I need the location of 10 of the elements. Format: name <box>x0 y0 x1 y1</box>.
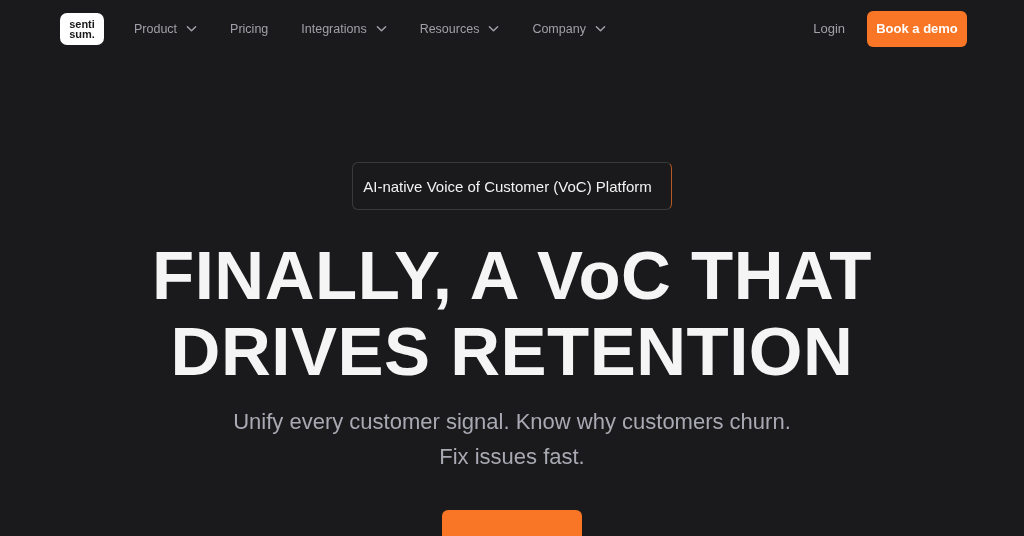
logo[interactable]: senti sum. <box>60 12 104 45</box>
login-link[interactable]: Login <box>813 21 845 36</box>
headline: FINALLY, A VoC THAT DRIVES RETENTION <box>152 238 872 390</box>
nav-menu[interactable]: Resources <box>419 21 500 36</box>
nav-menu[interactable]: Company <box>532 21 606 36</box>
badge: AI-native Voice of Customer (VoC) Platform <box>352 162 672 210</box>
nav-menu[interactable]: Integrations <box>301 21 387 36</box>
nav-link[interactable]: Pricing <box>230 21 269 36</box>
subtitle: Unify every customer signal. Know why customers churn. Fix issues fast. <box>233 408 791 471</box>
nav-menu[interactable]: Product <box>134 21 198 36</box>
